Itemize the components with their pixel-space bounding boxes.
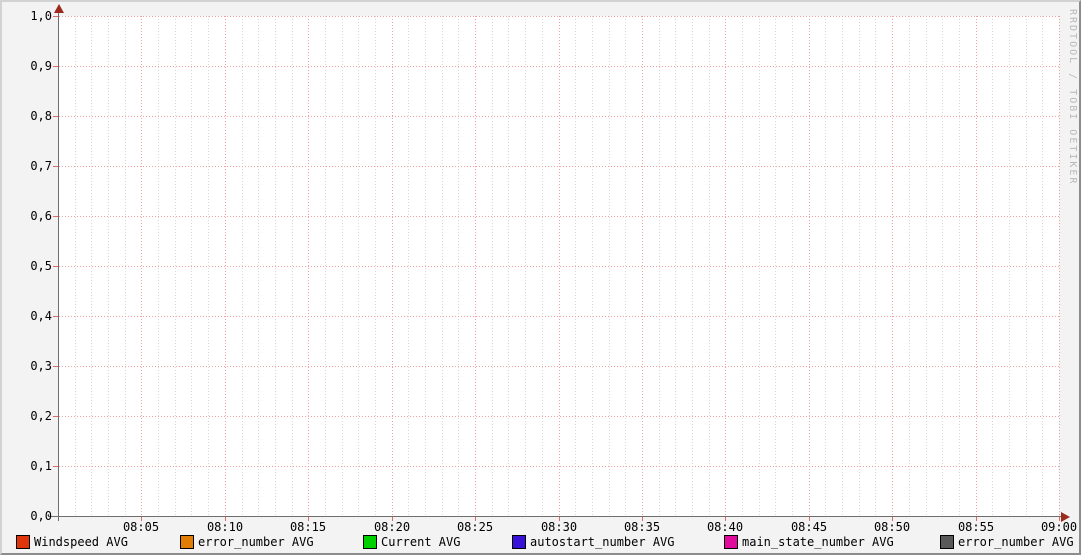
y-tick-label: 0,1 [2,459,52,473]
watermark: RRDTOOL / TOBI OETIKER [1067,9,1078,185]
rrdtool-graph: 0,0 0,1 0,2 0,3 0,4 0,5 0,6 0,7 0,8 0,9 1,0 08:05 08… [0,0,1081,555]
x-tick-label: 08:50 [868,520,916,534]
y-tick-label: 0,4 [2,309,52,323]
y-axis-line [58,9,59,521]
legend-label: error_number AVG [958,534,1074,550]
x-axis-line [48,516,1062,517]
x-tick-label: 08:35 [618,520,666,534]
y-tick-label: 0,5 [2,259,52,273]
grid-line-major-h [59,166,1060,167]
grid-line-major-h [59,216,1060,217]
grid-line-major-h [59,416,1060,417]
y-tick-label: 0,9 [2,59,52,73]
grid-line-major-h [59,466,1060,467]
legend-label: Windspeed AVG [34,534,128,550]
x-tick-label: 08:45 [785,520,833,534]
x-tick-label: 08:20 [368,520,416,534]
legend-label: Current AVG [381,534,460,550]
grid-line-major-h [59,16,1060,17]
legend-swatch-icon [512,535,526,549]
grid-line-major-h [59,366,1060,367]
x-tick-label: 08:15 [284,520,332,534]
y-tick-label: 0,6 [2,209,52,223]
legend-swatch-icon [940,535,954,549]
y-axis-arrow-icon [54,4,64,13]
x-tick-label: 08:40 [701,520,749,534]
y-tick-label: 1,0 [2,9,52,23]
y-tick-label: 0,7 [2,159,52,173]
legend-swatch-icon [16,535,30,549]
grid-line-major-h [59,316,1060,317]
grid-line-major-h [59,266,1060,267]
x-tick-label: 08:25 [451,520,499,534]
legend-label: error_number AVG [198,534,314,550]
grid-line-major-h [59,66,1060,67]
y-tick-label: 0,0 [2,509,52,523]
legend-label: main_state_number AVG [742,534,894,550]
y-tick-label: 0,3 [2,359,52,373]
x-tick-label: 08:55 [952,520,1000,534]
grid-line-major-h [59,116,1060,117]
x-tick-label: 08:05 [117,520,165,534]
y-tick-label: 0,8 [2,109,52,123]
legend-label: autostart_number AVG [530,534,675,550]
x-tick-label: 08:10 [201,520,249,534]
y-tick-label: 0,2 [2,409,52,423]
legend-swatch-icon [363,535,377,549]
legend-swatch-icon [724,535,738,549]
legend-swatch-icon [180,535,194,549]
x-tick-label: 08:30 [535,520,583,534]
x-tick-label: 09:00 [1035,520,1081,534]
